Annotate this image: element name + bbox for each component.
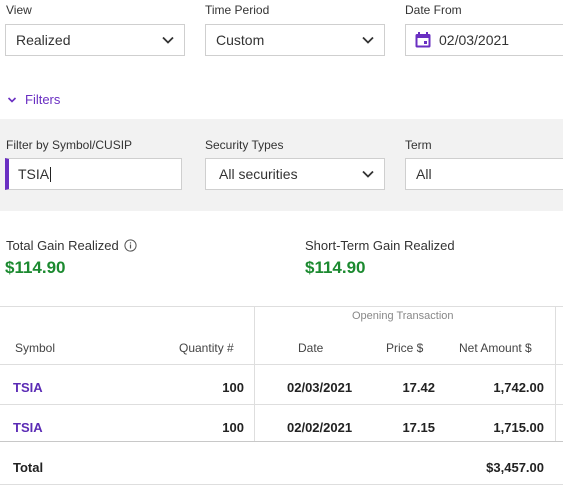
filters-toggle[interactable]: Filters — [6, 92, 60, 107]
symbol-filter-input[interactable]: TSIA — [5, 158, 182, 190]
view-select[interactable]: Realized — [5, 24, 185, 56]
net-amount-cell: 1,715.00 — [493, 420, 544, 435]
short-term-gain-label: Short-Term Gain Realized — [305, 238, 455, 253]
view-label: View — [6, 3, 32, 17]
column-header-net-amount: Net Amount $ — [459, 341, 532, 355]
date-cell: 02/03/2021 — [287, 380, 353, 395]
term-value: All — [416, 166, 432, 182]
quantity-cell: 100 — [222, 380, 244, 395]
total-gain-label-group: Total Gain Realized — [6, 238, 137, 253]
term-select[interactable]: All — [405, 158, 563, 190]
security-types-select[interactable]: All securities — [205, 158, 385, 190]
info-icon[interactable] — [124, 239, 137, 252]
table-bottom-divider — [0, 484, 563, 485]
symbol-filter-value: TSIA — [18, 166, 50, 182]
price-cell: 17.15 — [402, 420, 435, 435]
total-gain-label: Total Gain Realized — [6, 238, 119, 253]
date-from-value: 02/03/2021 — [439, 32, 510, 48]
chevron-down-icon — [7, 96, 17, 103]
time-period-label: Time Period — [205, 3, 270, 17]
total-label: Total — [13, 460, 44, 475]
term-label: Term — [405, 138, 432, 152]
date-from-input[interactable]: 02/03/2021 — [405, 24, 563, 56]
opening-transaction-header: Opening Transaction — [352, 310, 454, 322]
symbol-link[interactable]: TSIA — [13, 380, 43, 395]
symbol-filter-label: Filter by Symbol/CUSIP — [6, 138, 133, 152]
column-header-date: Date — [298, 341, 324, 355]
chevron-down-icon — [362, 170, 374, 178]
view-select-value: Realized — [16, 32, 71, 48]
total-gain-value: $114.90 — [5, 258, 66, 277]
table-top-divider — [0, 306, 563, 307]
chevron-down-icon — [162, 36, 174, 44]
symbol-link[interactable]: TSIA — [13, 420, 43, 435]
total-net-amount: $3,457.00 — [486, 460, 544, 475]
column-header-quantity: Quantity # — [179, 341, 234, 355]
security-types-value: All securities — [219, 166, 298, 182]
row-divider — [0, 404, 563, 405]
chevron-down-icon — [362, 36, 374, 44]
column-divider — [555, 306, 556, 441]
column-divider — [254, 306, 255, 441]
date-cell: 02/02/2021 — [287, 420, 353, 435]
security-types-label: Security Types — [205, 138, 284, 152]
time-period-select[interactable]: Custom — [205, 24, 385, 56]
price-cell: 17.42 — [402, 380, 435, 395]
filters-toggle-label: Filters — [25, 92, 61, 107]
quantity-cell: 100 — [222, 420, 244, 435]
column-header-price: Price $ — [386, 341, 424, 355]
column-header-symbol: Symbol — [15, 341, 56, 355]
net-amount-cell: 1,742.00 — [493, 380, 544, 395]
short-term-gain-value: $114.90 — [305, 258, 366, 277]
table-header-divider — [0, 364, 563, 365]
text-cursor — [50, 167, 51, 182]
calendar-icon[interactable] — [414, 31, 432, 49]
time-period-select-value: Custom — [216, 32, 265, 48]
total-divider — [0, 441, 563, 442]
date-from-label: Date From — [405, 3, 462, 17]
